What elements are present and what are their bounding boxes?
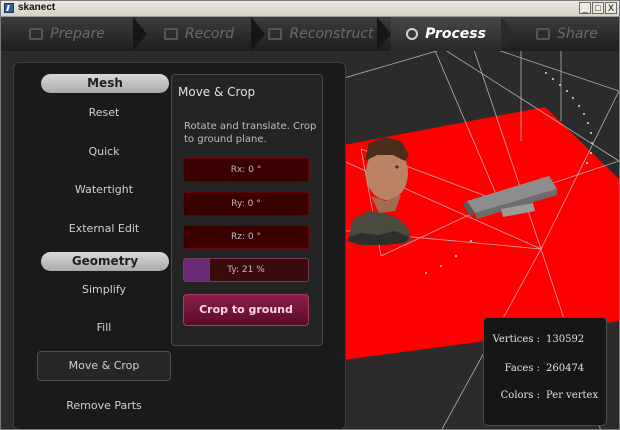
tab-share[interactable]: Share <box>515 17 619 51</box>
title-bar: skanect _ □ X <box>1 1 619 17</box>
workflow-nav: Prepare Record Reconstruct Process Share <box>1 17 619 52</box>
tab-label: Reconstruct <box>289 26 374 42</box>
panel-title: Move & Crop <box>178 85 256 99</box>
tab-prepare[interactable]: Prepare <box>1 17 133 51</box>
menu-item-reset[interactable]: Reset <box>37 98 171 128</box>
window-title: skanect <box>18 2 56 13</box>
rx-field[interactable]: Rx: 0 ° <box>183 158 309 182</box>
faces-value: 260474 <box>546 363 585 374</box>
chevron-divider <box>501 17 515 51</box>
app-window: skanect _ □ X Prepare Record Reconstruct… <box>0 0 620 430</box>
move-crop-panel: Move & Crop Rotate and translate. Crop t… <box>171 74 323 346</box>
menu-item-move-crop[interactable]: Move & Crop <box>37 351 171 381</box>
colors-label: Colors : <box>500 390 540 401</box>
vertices-label: Vertices : <box>492 334 540 345</box>
film-icon <box>163 28 178 40</box>
mesh-stats-panel: Vertices : 130592 Faces : 260474 Colors … <box>483 317 607 426</box>
ry-field[interactable]: Ry: 0 ° <box>183 192 309 216</box>
menu-item-quick[interactable]: Quick <box>37 137 171 167</box>
person-silhouette-icon <box>29 28 44 40</box>
menu-item-remove-parts[interactable]: Remove Parts <box>37 391 171 421</box>
faces-label: Faces : <box>504 363 540 374</box>
maximize-button[interactable]: □ <box>592 2 604 14</box>
close-button[interactable]: X <box>605 2 617 14</box>
section-header-mesh: Mesh <box>41 74 169 93</box>
tab-record[interactable]: Record <box>147 17 251 51</box>
chevron-divider <box>377 17 391 51</box>
vertices-value: 130592 <box>546 334 585 345</box>
gears-icon <box>406 28 419 40</box>
tab-label: Process <box>425 26 486 42</box>
menu-item-simplify[interactable]: Simplify <box>37 275 171 305</box>
rz-field[interactable]: Rz: 0 ° <box>183 225 309 249</box>
tab-label: Record <box>184 26 235 42</box>
menu-item-watertight[interactable]: Watertight <box>37 175 171 205</box>
skanect-logo-icon <box>4 3 14 13</box>
ty-slider[interactable]: Ty: 21 % <box>183 258 309 282</box>
menu-item-external-edit[interactable]: External Edit <box>37 214 171 244</box>
chevron-divider <box>133 17 147 51</box>
tab-label: Share <box>557 26 598 42</box>
tab-label: Prepare <box>50 26 105 42</box>
crop-to-ground-button[interactable]: Crop to ground <box>183 294 309 326</box>
panel-description: Rotate and translate. Crop to ground pla… <box>184 121 317 145</box>
section-header-geometry: Geometry <box>41 252 169 271</box>
colors-value: Per vertex <box>546 390 599 401</box>
menu-item-fill[interactable]: Fill <box>37 313 171 343</box>
film-stack-icon <box>268 28 283 40</box>
minimize-button[interactable]: _ <box>579 2 591 14</box>
thumbs-up-icon <box>536 28 551 40</box>
tab-process[interactable]: Process <box>391 17 501 51</box>
tab-reconstruct[interactable]: Reconstruct <box>265 17 377 51</box>
chevron-divider <box>251 17 265 51</box>
